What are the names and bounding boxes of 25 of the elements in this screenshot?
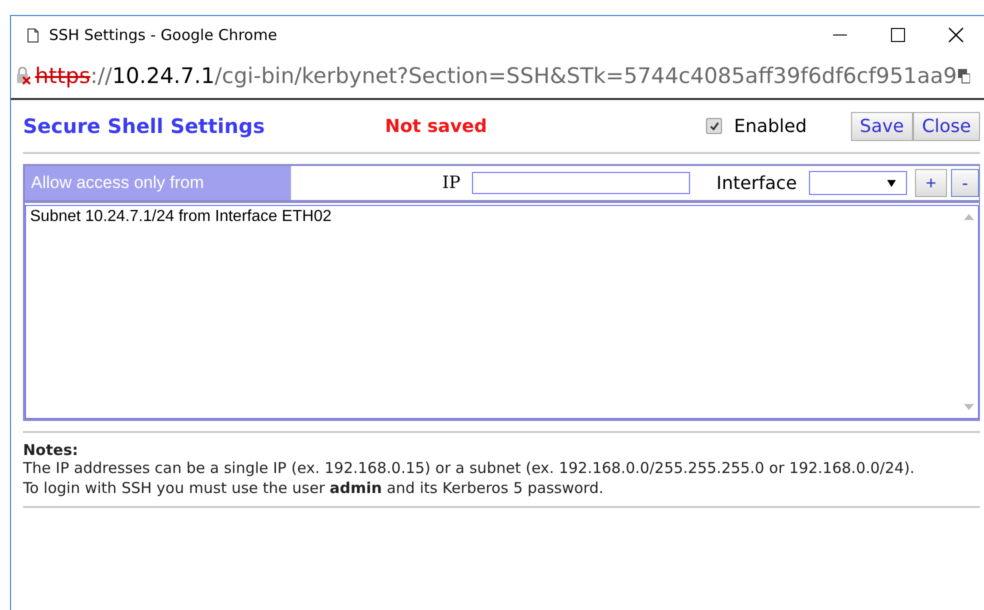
note-text: The IP addresses can be a single IP (ex. 192.168.0.15) or a subnet (ex. 192.168.0.0/255.255.255.0 or 192.168.0.0/24). bbox=[23, 458, 916, 478]
close-button[interactable]: Close bbox=[912, 112, 980, 140]
add-button[interactable]: + bbox=[915, 169, 947, 197]
dropdown-arrow-icon bbox=[887, 180, 896, 186]
maximize-icon[interactable] bbox=[890, 27, 906, 43]
remove-button[interactable]: - bbox=[951, 169, 979, 197]
save-status: Not saved bbox=[385, 116, 487, 136]
access-list[interactable]: Subnet 10.24.7.1/24 from Interface ETH02 bbox=[25, 205, 979, 419]
checkmark-icon bbox=[708, 120, 720, 132]
page-icon bbox=[27, 28, 39, 42]
url-text[interactable]: https://10.24.7.1/cgi-bin/kerbynet?Section=SSH&STk=5744c4085aff39f6df6cf951aa9 bbox=[35, 64, 957, 88]
enabled-checkbox[interactable] bbox=[706, 118, 722, 134]
save-button[interactable]: Save bbox=[850, 112, 913, 140]
window-title: SSH Settings - Google Chrome bbox=[49, 26, 278, 44]
ip-label: IP bbox=[442, 173, 460, 193]
close-icon[interactable] bbox=[948, 27, 964, 43]
ip-input[interactable] bbox=[472, 172, 690, 194]
notes-title: Notes: bbox=[23, 443, 80, 458]
note-text: To login with SSH you must use the user admin and its Kerberos 5 password. bbox=[23, 478, 604, 498]
interface-dropdown[interactable] bbox=[809, 171, 907, 195]
interface-label: Interface bbox=[716, 172, 797, 194]
access-entry[interactable]: Subnet 10.24.7.1/24 from Interface ETH02 bbox=[30, 208, 956, 226]
enabled-label: Enabled bbox=[734, 116, 807, 136]
page-title: Secure Shell Settings bbox=[23, 114, 266, 138]
section-header: Allow access only from bbox=[25, 166, 291, 200]
